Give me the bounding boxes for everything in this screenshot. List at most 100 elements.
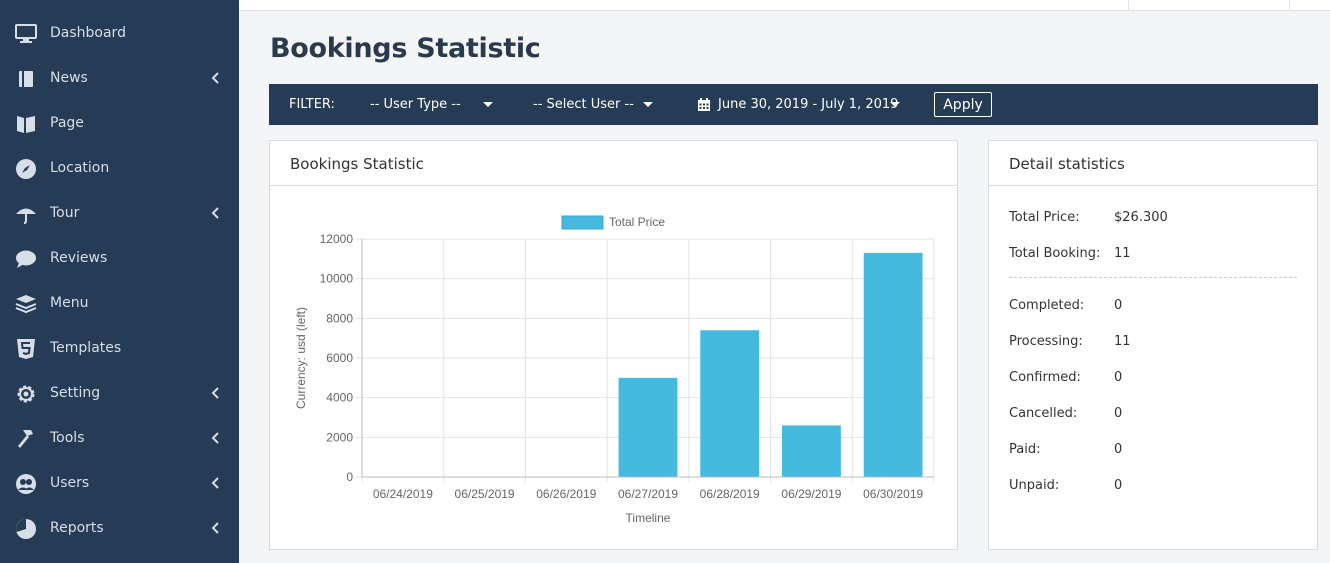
- legend-label: Total Price: [609, 215, 665, 229]
- y-axis-title: Currency: usd (left): [294, 307, 308, 409]
- y-tick-label: 6000: [326, 351, 353, 365]
- bookings-chart-card: Bookings Statistic 0 2000 4000 6000 8000 1000…: [269, 140, 958, 550]
- html5-icon: [15, 338, 37, 360]
- comment-icon: [15, 248, 37, 270]
- layers-icon: [15, 293, 37, 315]
- total-price-label: Total Price:: [1009, 210, 1080, 225]
- total-booking-value: 11: [1114, 246, 1131, 261]
- chevron-left-icon: [211, 432, 219, 444]
- card-header: Bookings Statistic: [270, 141, 957, 186]
- total-price-value: $26.300: [1114, 210, 1168, 225]
- chevron-left-icon: [211, 207, 219, 219]
- y-tick-label: 4000: [326, 391, 353, 405]
- page-title: Bookings Statistic: [270, 33, 541, 64]
- legend-swatch: [561, 215, 604, 230]
- cancelled-label: Cancelled:: [1009, 406, 1078, 421]
- detail-statistics-card: Detail statistics Total Price: $26.300 T…: [988, 140, 1318, 550]
- x-tick-label: 06/26/2019: [536, 487, 596, 501]
- x-tick-label: 06/27/2019: [618, 487, 678, 501]
- header-divider: [1289, 0, 1290, 11]
- header-divider: [1128, 0, 1129, 11]
- sidebar-item-users[interactable]: Users: [0, 461, 239, 506]
- y-tick-label: 8000: [326, 311, 353, 325]
- monitor-icon: [15, 23, 37, 45]
- y-tick-label: 10000: [320, 272, 354, 286]
- book-icon: [15, 68, 37, 90]
- sidebar-item-label: Page: [50, 115, 84, 131]
- sidebar-item-label: Setting: [50, 385, 101, 401]
- sidebar-item-reports[interactable]: Reports: [0, 506, 239, 551]
- sidebar: Dashboard News Page Location Tour Review…: [0, 0, 239, 563]
- user-type-value: -- User Type --: [370, 97, 461, 112]
- sidebar-item-templates[interactable]: Templates: [0, 326, 239, 371]
- paid-label: Paid:: [1009, 442, 1041, 457]
- x-tick-label: 06/28/2019: [700, 487, 760, 501]
- chart-bar: [700, 330, 760, 477]
- card-header: Detail statistics: [989, 141, 1317, 186]
- processing-label: Processing:: [1009, 334, 1083, 349]
- chevron-left-icon: [211, 72, 219, 84]
- chevron-down-icon: [890, 102, 900, 107]
- sidebar-item-label: Reports: [50, 520, 104, 536]
- sidebar-item-dashboard[interactable]: Dashboard: [0, 11, 239, 56]
- chevron-left-icon: [211, 477, 219, 489]
- card-title: Detail statistics: [1009, 155, 1125, 173]
- sidebar-item-page[interactable]: Page: [0, 101, 239, 146]
- bookings-bar-chart: 0 2000 4000 6000 8000 10000 12000 06/24/2019 06/…: [294, 215, 935, 525]
- sidebar-item-tour[interactable]: Tour: [0, 191, 239, 236]
- sidebar-item-news[interactable]: News: [0, 56, 239, 101]
- unpaid-value: 0: [1114, 478, 1123, 493]
- x-tick-label: 06/30/2019: [863, 487, 923, 501]
- sidebar-item-tools[interactable]: Tools: [0, 416, 239, 461]
- sidebar-item-label: Location: [50, 160, 110, 176]
- unpaid-label: Unpaid:: [1009, 478, 1060, 493]
- x-axis-title: Timeline: [626, 511, 671, 525]
- y-tick-label: 12000: [320, 232, 354, 246]
- compass-icon: [15, 158, 37, 180]
- chart-bar: [618, 377, 678, 477]
- sidebar-item-label: Tour: [50, 205, 80, 221]
- calendar-icon: [698, 98, 710, 111]
- card-title: Bookings Statistic: [290, 155, 424, 173]
- hammer-icon: [15, 428, 37, 450]
- sidebar-item-location[interactable]: Location: [0, 146, 239, 191]
- sidebar-item-label: Users: [50, 475, 90, 491]
- filter-bar: FILTER: -- User Type -- -- Select User -…: [269, 84, 1318, 125]
- sidebar-item-label: News: [50, 70, 88, 86]
- gear-icon: [15, 383, 37, 405]
- date-range-value: June 30, 2019 - July 1, 2019: [718, 97, 899, 112]
- sidebar-item-label: Tools: [50, 430, 85, 446]
- chart-bar: [863, 252, 923, 477]
- page-icon: [15, 113, 37, 135]
- y-tick-label: 2000: [326, 430, 353, 444]
- x-tick-label: 06/24/2019: [373, 487, 433, 501]
- processing-value: 11: [1114, 334, 1131, 349]
- sidebar-item-label: Templates: [50, 340, 122, 356]
- sidebar-item-reviews[interactable]: Reviews: [0, 236, 239, 281]
- confirmed-label: Confirmed:: [1009, 370, 1081, 385]
- completed-value: 0: [1114, 298, 1123, 313]
- sidebar-item-menu[interactable]: Menu: [0, 281, 239, 326]
- chevron-left-icon: [211, 387, 219, 399]
- x-tick-label: 06/29/2019: [781, 487, 841, 501]
- pie-chart-icon: [15, 518, 37, 540]
- sidebar-item-label: Reviews: [50, 250, 108, 266]
- paid-value: 0: [1114, 442, 1123, 457]
- confirmed-value: 0: [1114, 370, 1123, 385]
- chevron-left-icon: [211, 522, 219, 534]
- chevron-down-icon: [643, 102, 653, 107]
- select-user-value: -- Select User --: [533, 97, 634, 112]
- divider: [1009, 277, 1297, 278]
- sidebar-item-setting[interactable]: Setting: [0, 371, 239, 416]
- x-tick-label: 06/25/2019: [455, 487, 515, 501]
- apply-button[interactable]: Apply: [934, 92, 992, 117]
- chevron-down-icon: [483, 102, 493, 107]
- users-icon: [15, 473, 37, 495]
- cancelled-value: 0: [1114, 406, 1123, 421]
- umbrella-icon: [15, 203, 37, 225]
- sidebar-item-label: Menu: [50, 295, 89, 311]
- top-header-bar: [239, 0, 1330, 11]
- completed-label: Completed:: [1009, 298, 1085, 313]
- filter-label: FILTER:: [289, 97, 335, 112]
- sidebar-item-label: Dashboard: [50, 25, 126, 41]
